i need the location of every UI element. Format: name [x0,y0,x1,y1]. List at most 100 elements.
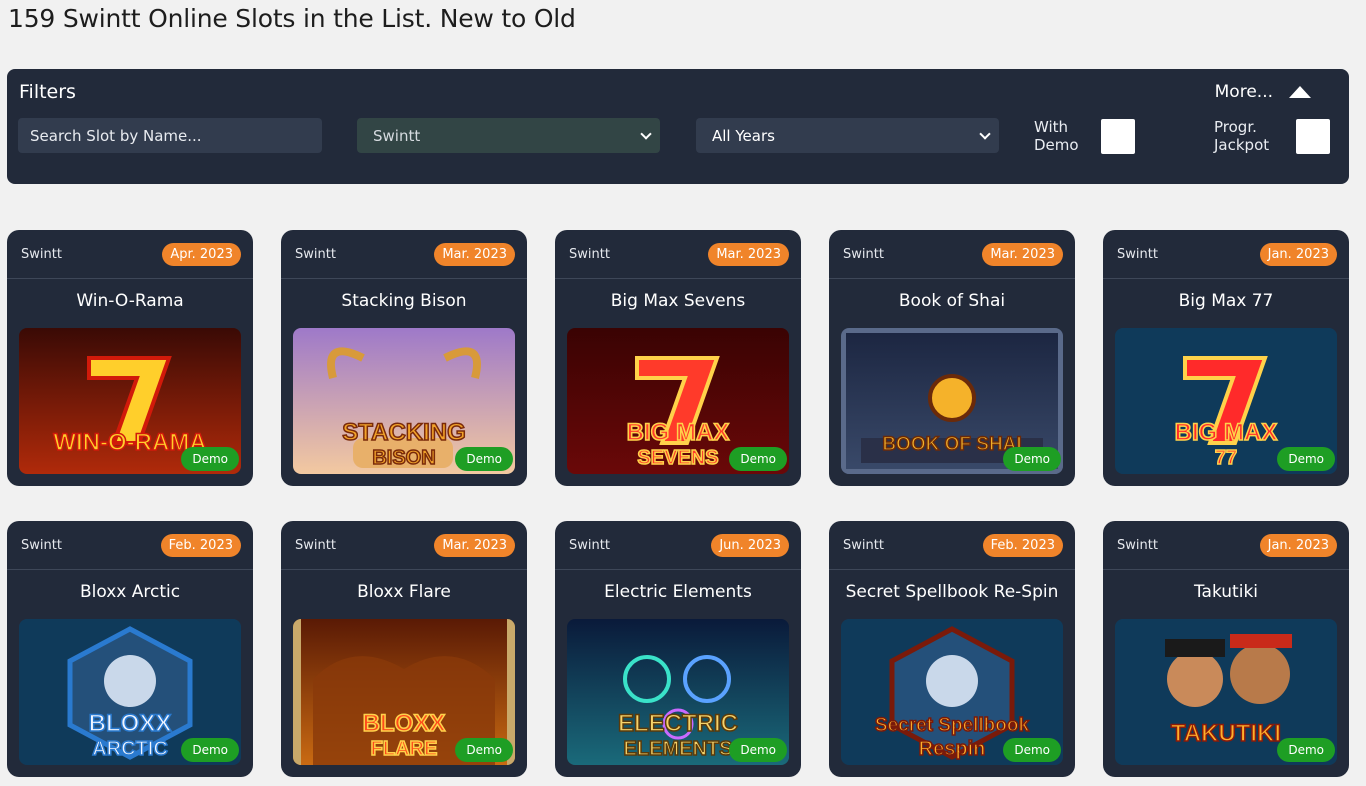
slot-card[interactable]: Swintt Jan. 2023 Takutiki TAKUTIKI Demo [1103,521,1349,777]
slot-card-header: Swintt Jan. 2023 [1103,230,1349,279]
release-date-badge: Mar. 2023 [982,242,1063,266]
slot-card-header: Swintt Mar. 2023 [555,230,801,279]
with-demo-filter: With Demo [1034,118,1135,154]
slot-card[interactable]: Swintt Feb. 2023 Secret Spellbook Re-Spi… [829,521,1075,777]
slot-provider: Swintt [1117,537,1158,553]
demo-button[interactable]: Demo [181,738,239,762]
slot-title: Big Max 77 [1178,291,1274,311]
slot-logo-text: BIG MAX [627,419,730,446]
slot-card[interactable]: Swintt Feb. 2023 Bloxx Arctic BLOXX ARCTI… [7,521,253,777]
slot-logo-text: Secret Spellbook [875,715,1030,736]
slot-provider: Swintt [569,246,610,262]
slot-card-header: Swintt Apr. 2023 [7,230,253,279]
slot-provider: Swintt [295,537,336,553]
with-demo-label-line1: With [1034,118,1069,136]
release-date-badge: Apr. 2023 [162,242,241,266]
page-title: 159 Swintt Online Slots in the List. New… [8,4,576,33]
slot-logo-text: BIG MAX [1175,419,1278,446]
release-date-badge: Mar. 2023 [434,533,515,557]
slot-provider: Swintt [21,537,62,553]
demo-button[interactable]: Demo [181,447,239,471]
slot-logo-text: STACKING [342,419,466,446]
slot-logo-subtext: FLARE [371,738,438,760]
provider-select[interactable]: Swintt [357,118,660,153]
demo-button[interactable]: Demo [455,447,513,471]
slot-logo-text: TAKUTIKI [1171,720,1281,747]
slot-card-header: Swintt Feb. 2023 [7,521,253,570]
filters-title: Filters [19,81,76,103]
with-demo-label-line2: Demo [1034,136,1079,154]
slot-title: Bloxx Arctic [79,582,181,602]
slot-logo-text: ELECTRIC [618,710,738,737]
release-date-badge: Mar. 2023 [434,242,515,266]
provider-select-value: Swintt [373,126,421,145]
filters-panel: Filters More... Swintt All Years With De… [7,69,1349,184]
slot-logo-subtext: ARCTIC [92,738,168,760]
more-filters-toggle[interactable]: More... [1215,82,1311,102]
slot-title: Takutiki [1193,582,1259,602]
slot-logo-subtext: Respin [919,738,986,760]
slot-card[interactable]: Swintt Apr. 2023 Win-O-Rama WIN-O-RAMA D… [7,230,253,486]
release-date-badge: Jan. 2023 [1259,533,1337,557]
chevron-down-icon [979,127,991,140]
slot-logo-text: BLOXX [363,710,446,737]
slot-card[interactable]: Swintt Jun. 2023 Electric Elements ELECT… [555,521,801,777]
slot-provider: Swintt [1117,246,1158,262]
demo-button[interactable]: Demo [1277,738,1335,762]
slot-card[interactable]: Swintt Jan. 2023 Big Max 77 BIG MAX 77 De… [1103,230,1349,486]
release-date-badge: Feb. 2023 [160,533,241,557]
slot-title: Bloxx Flare [357,582,451,602]
slot-provider: Swintt [569,537,610,553]
demo-button[interactable]: Demo [729,738,787,762]
slot-logo-subtext: SEVENS [637,447,718,469]
jackpot-checkbox[interactable] [1296,118,1330,154]
jackpot-label: Progr. Jackpot [1214,118,1284,154]
slot-logo-subtext: ELEMENTS [624,738,733,760]
collapse-triangle-icon [1289,86,1311,98]
jackpot-label-line2: Jackpot [1214,136,1270,154]
jackpot-filter: Progr. Jackpot [1214,118,1330,154]
slot-card[interactable]: Swintt Mar. 2023 Bloxx Flare BLOXX FLARE … [281,521,527,777]
release-date-badge: Jan. 2023 [1259,242,1337,266]
slot-title: Book of Shai [898,291,1006,311]
slot-logo-text: BLOXX [89,710,172,737]
slot-provider: Swintt [843,246,884,262]
release-date-badge: Jun. 2023 [711,533,789,557]
demo-button[interactable]: Demo [1003,447,1061,471]
demo-button[interactable]: Demo [455,738,513,762]
slot-provider: Swintt [843,537,884,553]
slot-title: Secret Spellbook Re-Spin [845,582,1059,602]
year-select-value: All Years [712,126,775,145]
with-demo-checkbox[interactable] [1101,118,1135,154]
demo-button[interactable]: Demo [729,447,787,471]
slot-card[interactable]: Swintt Mar. 2023 Stacking Bison STACKING… [281,230,527,486]
slot-logo-subtext: 77 [1215,447,1237,469]
slot-title: Stacking Bison [341,291,467,311]
slot-card-header: Swintt Jan. 2023 [1103,521,1349,570]
slot-card-header: Swintt Jun. 2023 [555,521,801,570]
slot-title: Win-O-Rama [76,291,184,311]
more-filters-label: More... [1214,82,1273,102]
slot-logo-subtext: BISON [372,447,435,469]
search-input[interactable] [18,118,322,153]
year-select[interactable]: All Years [696,118,999,153]
slot-title: Electric Elements [604,582,752,602]
demo-button[interactable]: Demo [1003,738,1061,762]
release-date-badge: Mar. 2023 [708,242,789,266]
slot-logo-text: BOOK OF SHAI [882,434,1021,455]
slot-card-header: Swintt Mar. 2023 [829,230,1075,279]
slot-provider: Swintt [21,246,62,262]
chevron-down-icon [640,127,652,140]
slot-card-header: Swintt Mar. 2023 [281,230,527,279]
slot-card-header: Swintt Feb. 2023 [829,521,1075,570]
release-date-badge: Feb. 2023 [982,533,1063,557]
with-demo-label: With Demo [1034,118,1089,154]
slot-provider: Swintt [295,246,336,262]
slot-grid: Swintt Apr. 2023 Win-O-Rama WIN-O-RAMA D… [7,230,1349,777]
slot-title: Big Max Sevens [610,291,746,311]
slot-card-header: Swintt Mar. 2023 [281,521,527,570]
jackpot-label-line1: Progr. [1214,118,1257,136]
demo-button[interactable]: Demo [1277,447,1335,471]
slot-card[interactable]: Swintt Mar. 2023 Book of Shai BOOK OF SH… [829,230,1075,486]
slot-card[interactable]: Swintt Mar. 2023 Big Max Sevens BIG MAX S… [555,230,801,486]
